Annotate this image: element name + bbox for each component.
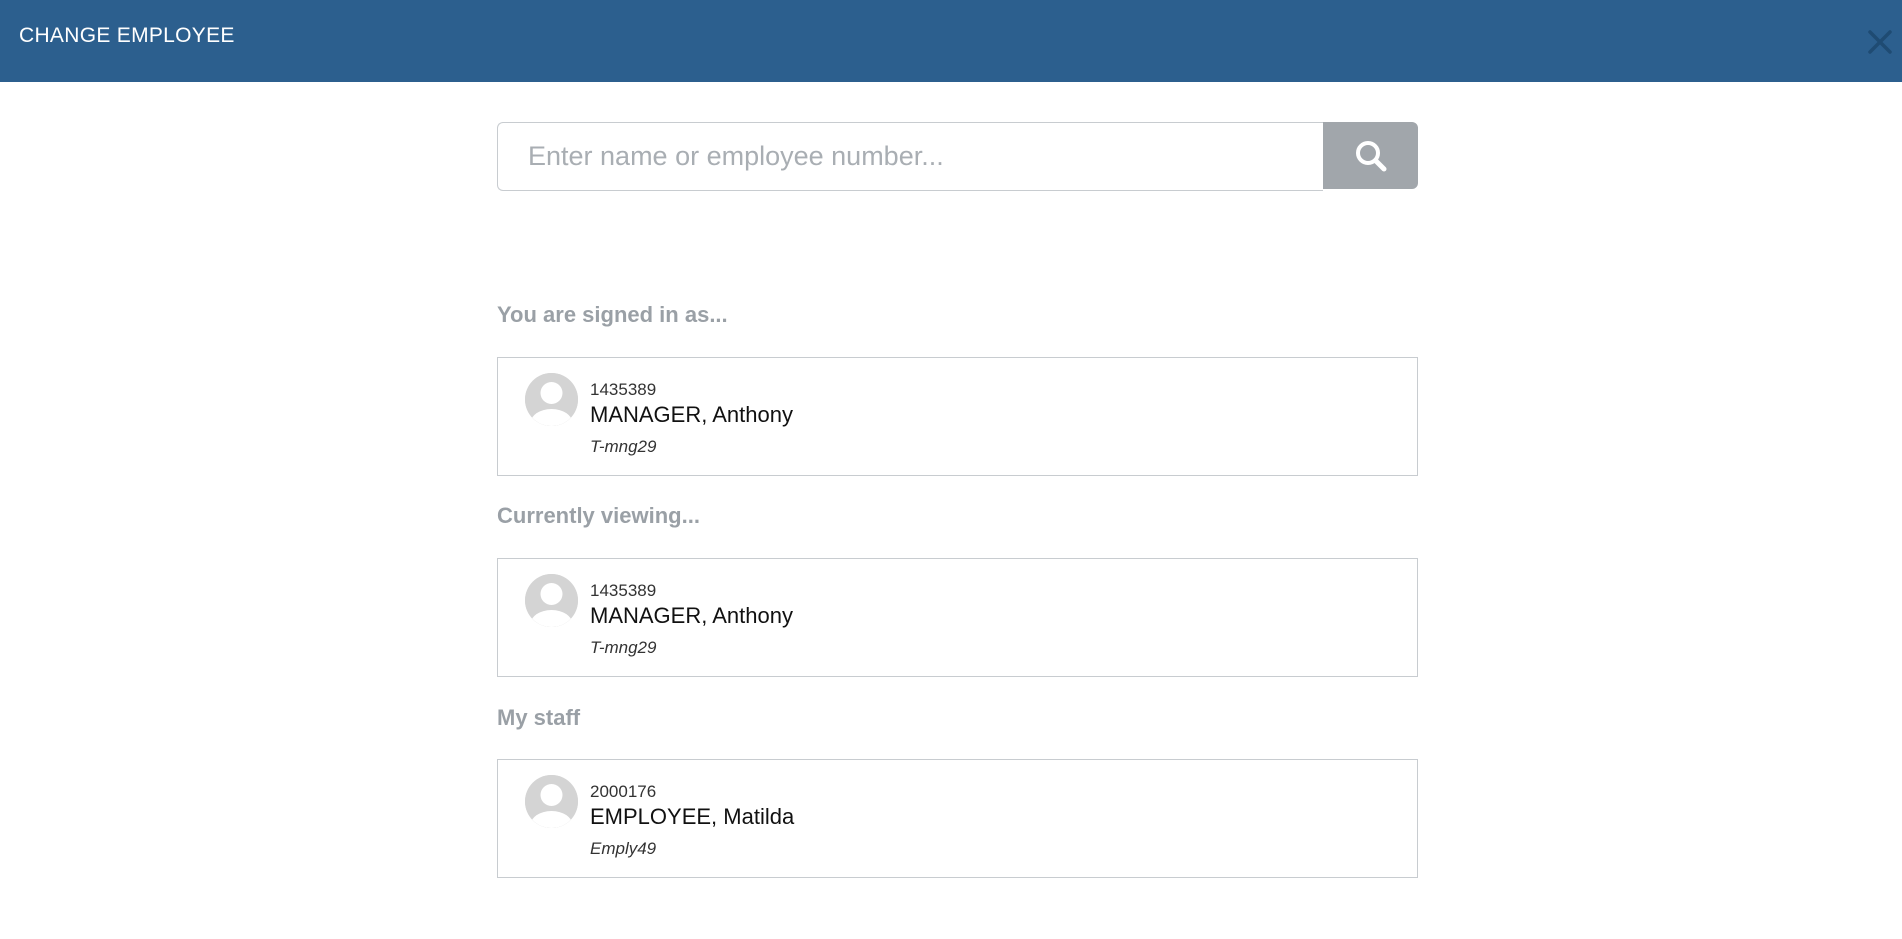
employee-name: MANAGER, Anthony xyxy=(590,603,793,628)
employee-number: 2000176 xyxy=(590,782,657,801)
close-button[interactable] xyxy=(1864,26,1896,58)
modal-header: CHANGE EMPLOYEE xyxy=(0,0,1902,82)
signed-in-label: You are signed in as... xyxy=(497,302,728,327)
staff-employee-card[interactable]: 2000176 EMPLOYEE, Matilda Emply49 xyxy=(497,759,1418,878)
employee-name: EMPLOYEE, Matilda xyxy=(590,804,795,829)
search-icon xyxy=(1355,140,1386,171)
my-staff-label: My staff xyxy=(497,705,581,730)
avatar xyxy=(525,775,578,828)
avatar xyxy=(525,574,578,627)
search-input[interactable] xyxy=(497,122,1323,191)
signed-in-employee-card[interactable]: 1435389 MANAGER, Anthony T-mng29 xyxy=(497,357,1418,476)
user-avatar-icon xyxy=(525,373,578,426)
search-button[interactable] xyxy=(1323,122,1418,189)
employee-number: 1435389 xyxy=(590,380,657,399)
employee-name: MANAGER, Anthony xyxy=(590,402,793,427)
user-avatar-icon xyxy=(525,574,578,627)
close-icon xyxy=(1868,30,1892,54)
currently-viewing-label: Currently viewing... xyxy=(497,503,700,528)
employee-username: Emply49 xyxy=(590,839,657,858)
user-avatar-icon xyxy=(525,775,578,828)
employee-username: T-mng29 xyxy=(590,437,657,456)
employee-username: T-mng29 xyxy=(590,638,657,657)
employee-number: 1435389 xyxy=(590,581,657,600)
currently-viewing-employee-card[interactable]: 1435389 MANAGER, Anthony T-mng29 xyxy=(497,558,1418,677)
search-bar xyxy=(497,122,1418,191)
avatar xyxy=(525,373,578,426)
modal-title: CHANGE EMPLOYEE xyxy=(19,24,235,47)
